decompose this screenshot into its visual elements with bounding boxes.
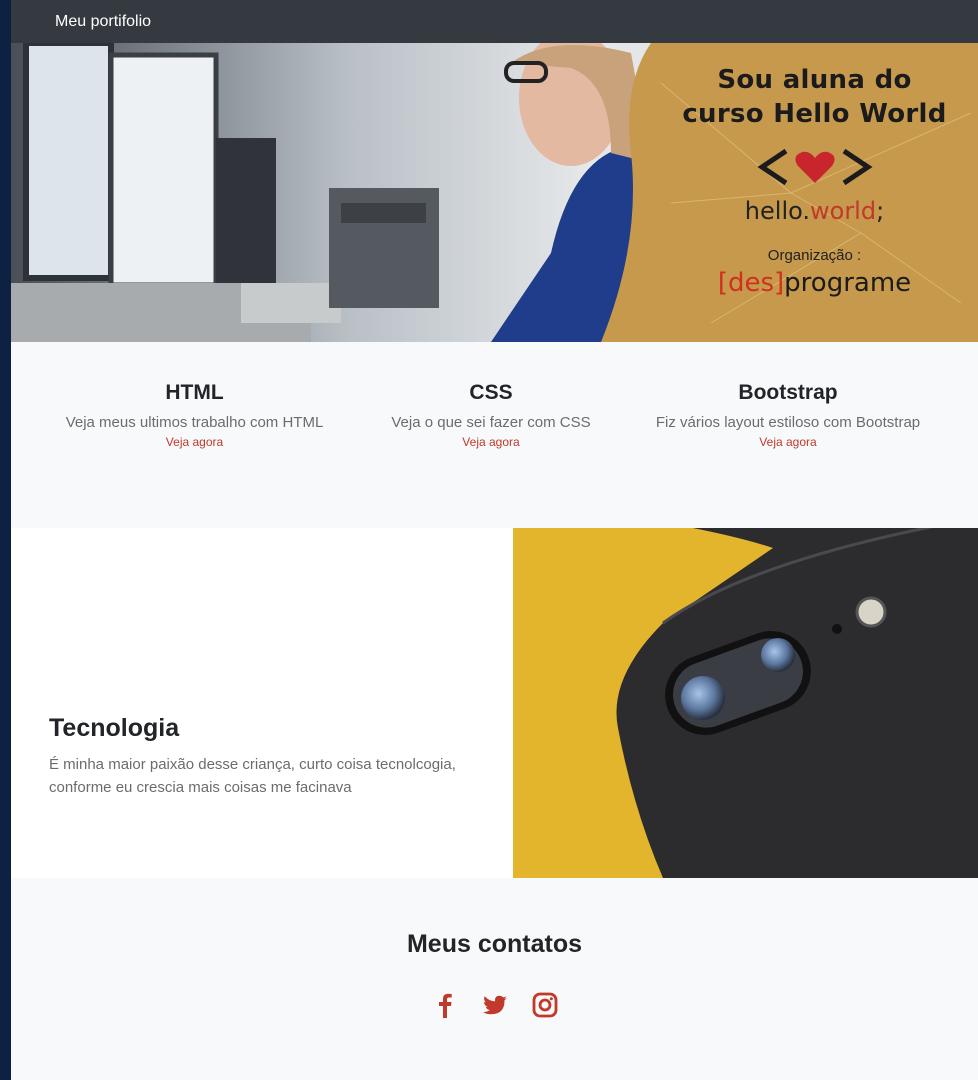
hero-line-1: Sou aluna do [717,65,912,95]
feature-text: Veja o que sei fazer com CSS [391,414,591,431]
hello-text: hello. [744,197,810,225]
facebook-icon[interactable] [431,991,459,1019]
programe-text: programe [784,268,912,298]
code-heart-icon [651,145,978,189]
navbar-brand[interactable]: Meu portifolio [55,13,151,31]
feature-link-css[interactable]: Veja agora [378,435,604,449]
tech-title: Tecnologia [49,714,180,742]
tech-section: Tecnologia É minha maior paixão desse cr… [11,528,978,878]
social-icons [11,991,978,1019]
page: Meu portifolio Sou aluna do curso Hello … [11,0,978,1080]
hero-caption: Sou aluna do curso Hello World hello.wor… [651,43,978,342]
feature-html: HTML Veja meus ultimos trabalho com HTML… [11,380,378,528]
hero-line-2: curso Hello World [682,99,947,129]
feature-text: Veja meus ultimos trabalho com HTML [65,414,324,431]
features-section: HTML Veja meus ultimos trabalho com HTML… [11,342,978,528]
contacts-title: Meus contatos [406,930,583,958]
hello-world-logo: hello.world; [651,197,978,225]
tech-text-block: Tecnologia É minha maior paixão desse cr… [11,528,513,878]
feature-bootstrap: Bootstrap Fiz vários layout estiloso com… [604,380,972,528]
feature-link-html[interactable]: Veja agora [11,435,378,449]
tech-description: É minha maior paixão desse criança, curt… [49,756,456,796]
feature-link-bootstrap[interactable]: Veja agora [604,435,972,449]
instagram-icon[interactable] [531,991,559,1019]
twitter-icon[interactable] [481,991,509,1019]
phone-photo [513,528,978,878]
contacts-section: Meus contatos [11,878,978,1080]
des-text: [des] [717,268,785,298]
hero-banner: Sou aluna do curso Hello World hello.wor… [11,43,978,342]
feature-title: HTML [165,381,224,404]
semicolon-text: ; [876,197,885,225]
feature-css: CSS Veja o que sei fazer com CSS Veja ag… [378,380,604,528]
feature-title: CSS [469,381,513,404]
feature-text: Fiz vários layout estiloso com Bootstrap [655,414,921,431]
organization-label: Organização : [767,247,862,264]
feature-title: Bootstrap [738,381,838,404]
navbar: Meu portifolio [11,0,978,43]
world-text: world [810,197,877,225]
desprograme-logo: [des]programe [651,268,978,298]
